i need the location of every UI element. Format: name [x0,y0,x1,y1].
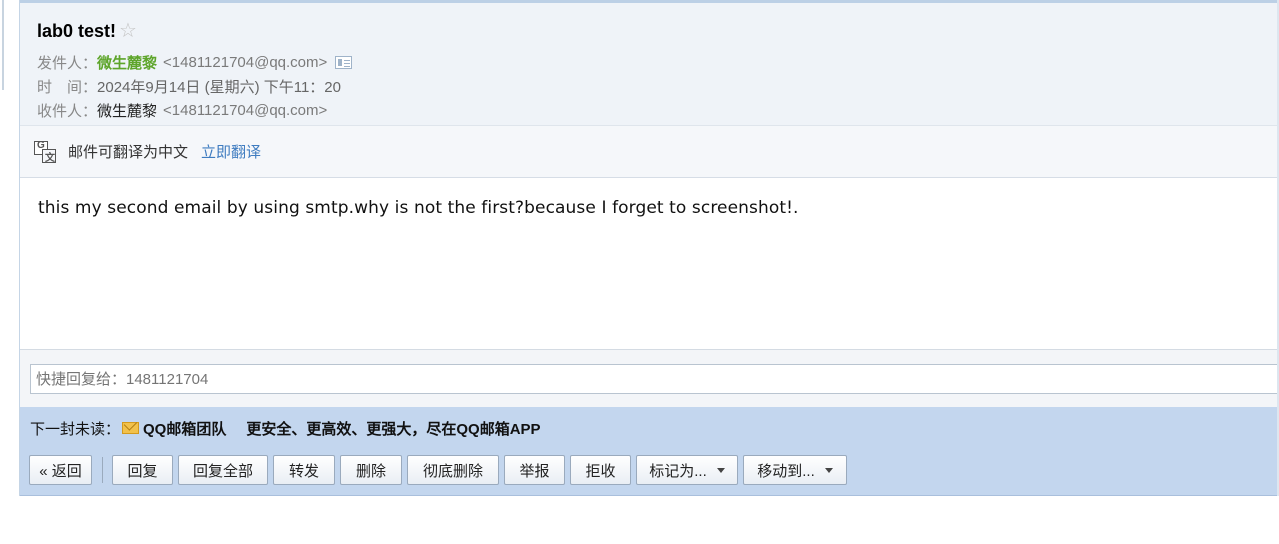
time-label: 时 间： [37,78,98,96]
reply-button[interactable]: 回复 [112,455,173,485]
quick-reply-input[interactable] [30,364,1279,394]
recipient-name[interactable]: 微生麓黎 [97,100,157,121]
forward-button[interactable]: 转发 [273,455,335,485]
time-value: 2024年9月14日 (星期六) 下午11：20 [97,78,341,96]
chevron-down-icon [716,467,725,473]
to-label: 收件人： [37,102,98,120]
mail-toolbar: « 返回 回复 回复全部 转发 删除 彻底删除 举报 拒收 标记为... 移动到… [29,455,852,485]
sender-address: <1481121704@qq.com> [163,53,328,71]
next-unread-subject[interactable]: 更安全、更高效、更强大，尽在QQ邮箱APP [246,418,540,439]
recipient-address: <1481121704@qq.com> [163,101,328,119]
mark-as-dropdown[interactable]: 标记为... [636,455,738,485]
translate-icon: G 文 [34,140,56,164]
bottom-action-bar: 下一封未读： QQ邮箱团队 更安全、更高效、更强大，尽在QQ邮箱APP « 返回… [20,407,1279,496]
from-row: 发件人： 微生麓黎 <1481121704@qq.com> [37,51,353,73]
move-to-label: 移动到... [757,462,815,480]
subject-row: lab0 test! ☆ [37,18,137,44]
delete-button[interactable]: 删除 [340,455,402,485]
to-row: 收件人： 微生麓黎 <1481121704@qq.com> [37,99,327,121]
mark-as-label: 标记为... [649,462,707,480]
from-label: 发件人： [37,54,98,72]
translate-hint: 邮件可翻译为中文 [68,144,189,161]
mail-view: lab0 test! ☆ 发件人： 微生麓黎 <1481121704@qq.co… [19,0,1279,496]
left-edge [0,0,19,544]
envelope-icon [122,422,140,434]
sender-name[interactable]: 微生麓黎 [97,52,157,73]
next-unread: 下一封未读： QQ邮箱团队 更安全、更高效、更强大，尽在QQ邮箱APP [30,417,541,439]
mail-header: lab0 test! ☆ 发件人： 微生麓黎 <1481121704@qq.co… [20,0,1279,125]
report-button[interactable]: 举报 [504,455,565,485]
translate-now-link[interactable]: 立即翻译 [201,141,261,162]
translate-bar: G 文 邮件可翻译为中文 立即翻译 [20,125,1279,178]
chevron-down-icon [824,467,833,473]
next-unread-from[interactable]: QQ邮箱团队 [143,418,226,439]
reply-all-button[interactable]: 回复全部 [178,455,268,485]
reject-button[interactable]: 拒收 [570,455,631,485]
star-icon[interactable]: ☆ [119,21,137,41]
mail-body: this my second email by using smtp.why i… [38,198,799,218]
back-button[interactable]: « 返回 [29,455,92,485]
contact-card-icon[interactable] [335,55,353,69]
mail-subject: lab0 test! [37,20,117,41]
move-to-dropdown[interactable]: 移动到... [743,455,847,485]
quick-reply-area [20,349,1279,407]
time-row: 时 间： 2024年9月14日 (星期六) 下午11：20 [37,75,341,97]
toolbar-divider [102,457,103,483]
next-unread-label: 下一封未读： [30,420,121,438]
delete-permanent-button[interactable]: 彻底删除 [407,455,499,485]
